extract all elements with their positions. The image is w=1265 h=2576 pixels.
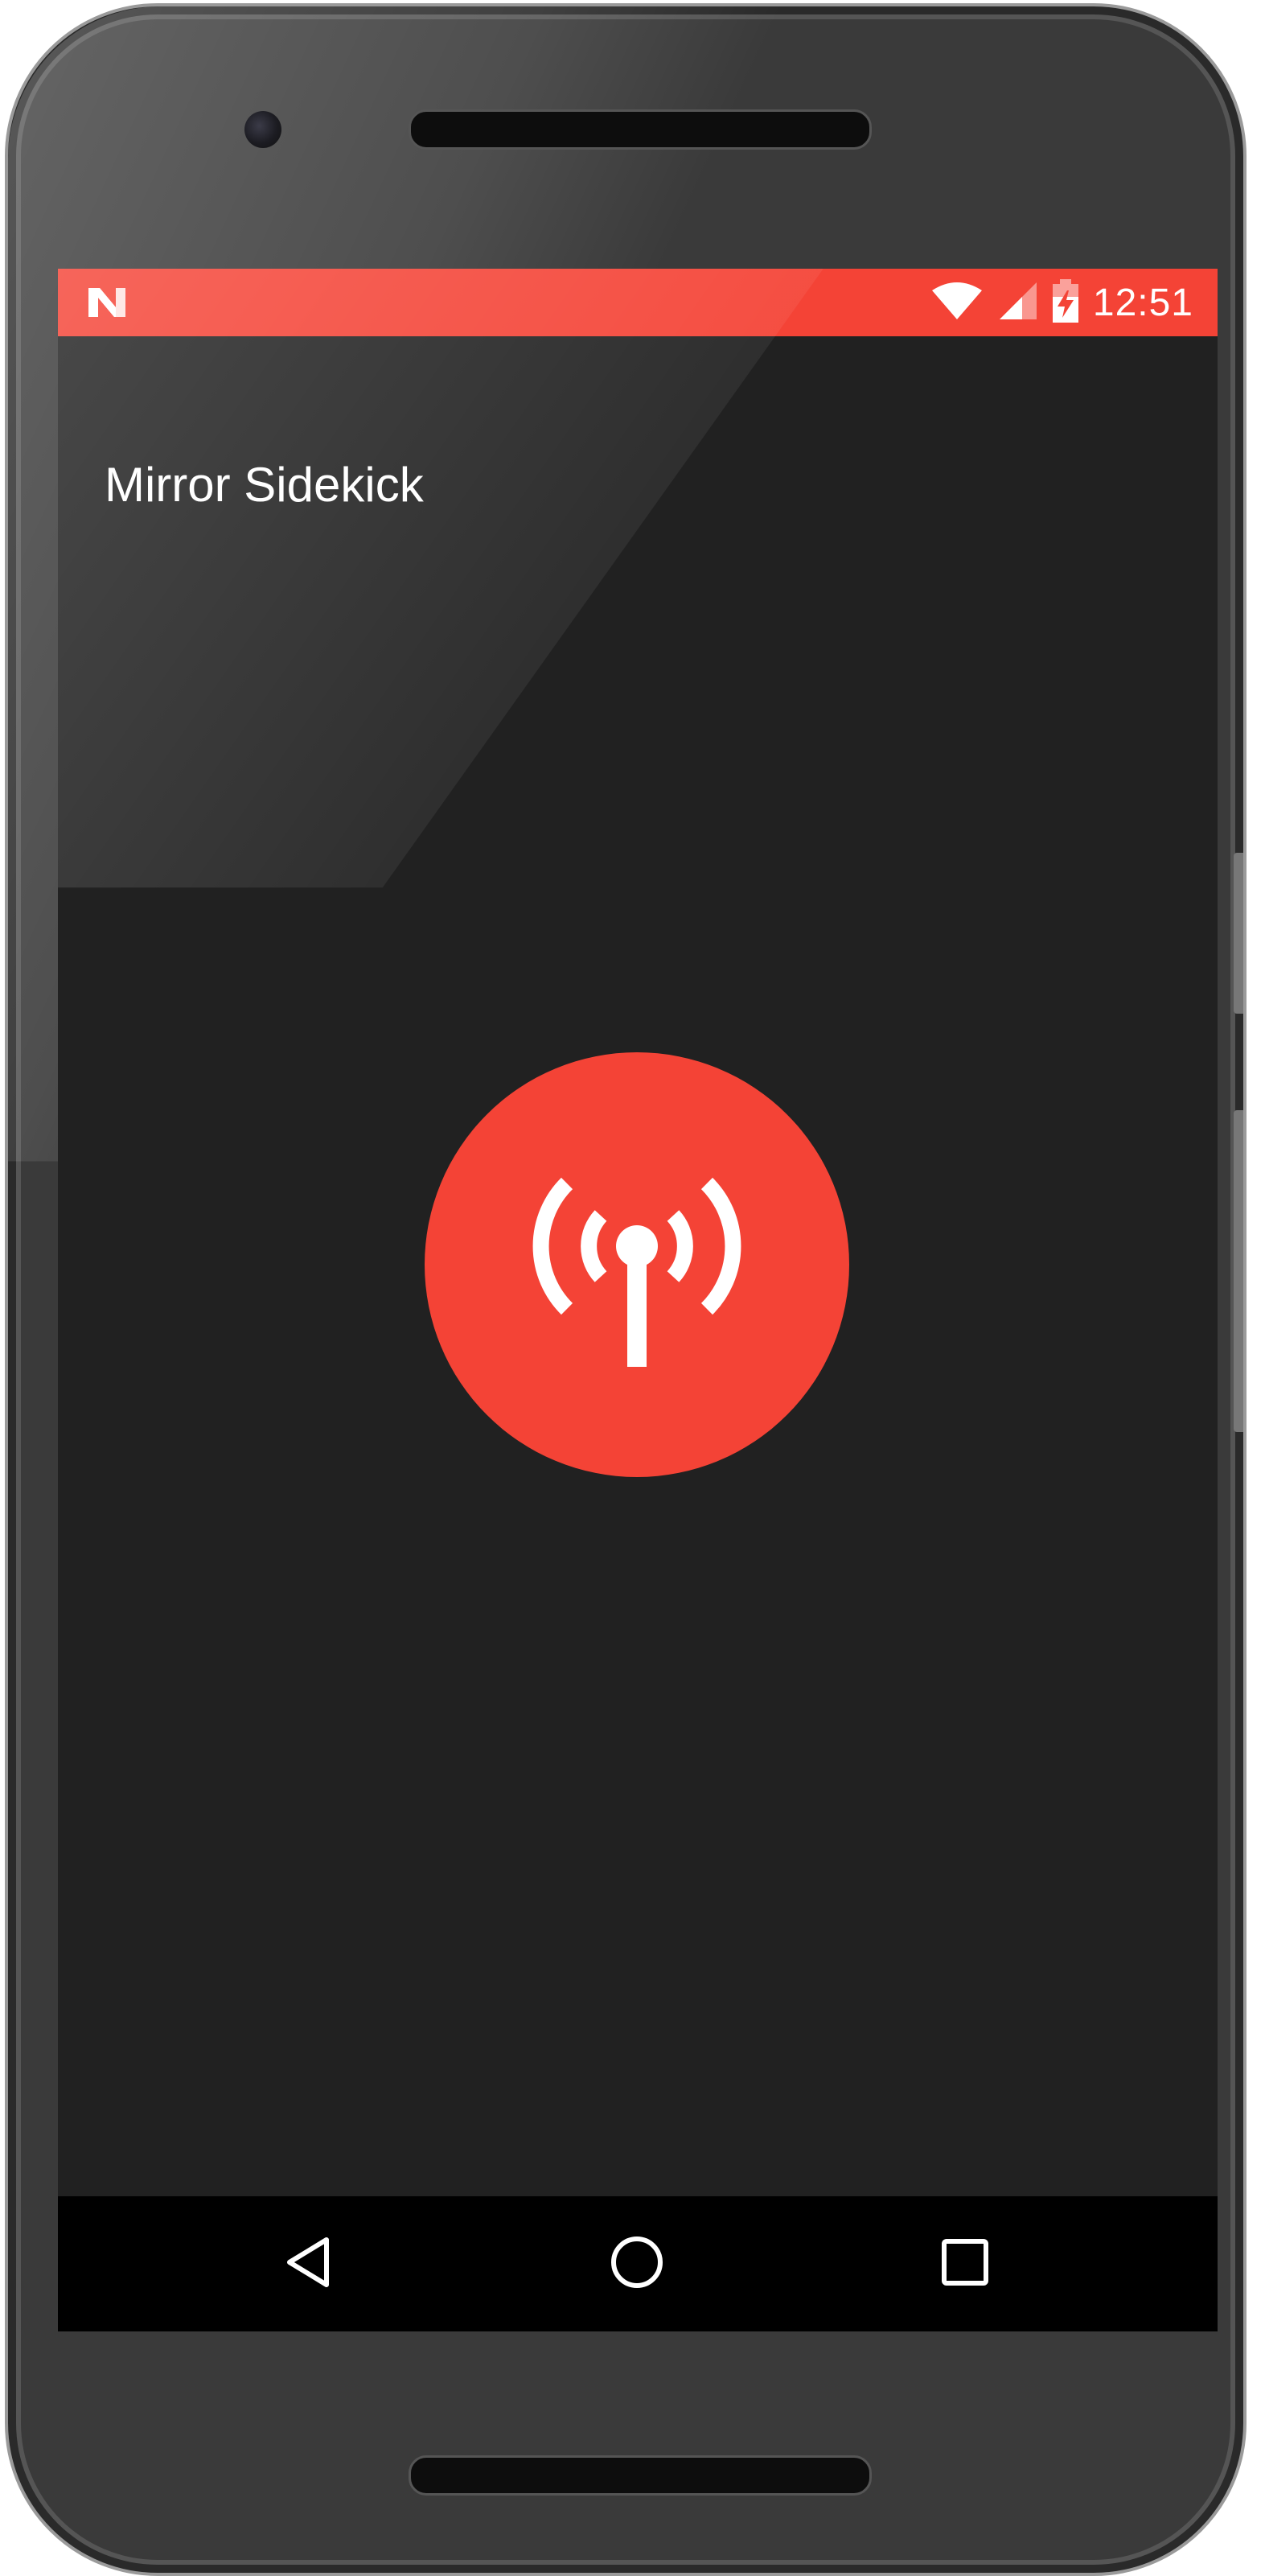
cell-signal-icon: [998, 281, 1038, 325]
broadcast-button[interactable]: [425, 1052, 849, 1477]
status-icons: 12:51: [930, 269, 1193, 336]
battery-charging-icon: [1052, 278, 1078, 327]
back-button[interactable]: [269, 2224, 349, 2304]
volume-buttons: [1234, 1110, 1243, 1432]
status-time: 12:51: [1092, 281, 1193, 324]
back-icon: [283, 2235, 335, 2294]
app-title: Mirror Sidekick: [105, 458, 424, 512]
broadcast-antenna-icon: [520, 1146, 754, 1384]
top-speaker: [409, 109, 872, 150]
navigation-bar: [58, 2196, 1218, 2331]
power-button: [1234, 853, 1243, 1014]
home-button[interactable]: [597, 2224, 677, 2304]
recents-icon: [941, 2238, 989, 2290]
bottom-speaker: [409, 2455, 872, 2496]
notification-n-icon: [85, 285, 129, 320]
front-camera: [244, 111, 281, 148]
screen: 12:51 Mirror Sidekick: [58, 269, 1218, 2331]
home-icon: [610, 2235, 664, 2294]
wifi-icon: [930, 281, 984, 325]
recents-button[interactable]: [925, 2224, 1005, 2304]
status-bar: 12:51: [58, 269, 1218, 336]
phone-frame: 12:51 Mirror Sidekick: [5, 3, 1247, 2576]
